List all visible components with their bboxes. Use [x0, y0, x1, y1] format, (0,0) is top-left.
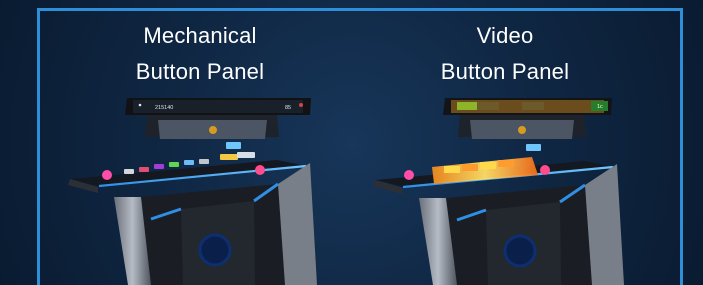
pink-button-icon [404, 170, 414, 180]
right-side-panel [278, 163, 317, 285]
video-panel-label: Video Button Panel [405, 0, 605, 90]
video-tile-2 [462, 164, 478, 171]
mechanical-cabinet-image: 215140 85 [55, 95, 355, 285]
video-cabinet-image: 1c [362, 95, 662, 285]
top-display-box-2 [477, 102, 499, 110]
promo-stage: Mechanical Button Panel Video Button Pan… [0, 0, 703, 285]
mechanical-label-line-1: Mechanical [143, 23, 257, 48]
blue-button-1 [184, 160, 194, 165]
speaker-icon [503, 234, 537, 268]
video-tile-3 [480, 162, 496, 169]
video-tile-4 [498, 160, 514, 167]
status-light-icon [138, 103, 142, 107]
grey-button-3 [237, 152, 255, 158]
logo-icon [209, 126, 217, 134]
logo-icon [518, 126, 526, 134]
blue-square-button [226, 142, 241, 149]
display-readout-1: 1c [597, 104, 603, 110]
mechanical-label-line-2: Button Panel [135, 59, 265, 84]
display-readout-1: 215140 [155, 105, 173, 111]
red-spin-button-icon [540, 165, 550, 175]
right-side-panel [585, 164, 624, 285]
mechanical-panel-label: Mechanical Button Panel [100, 0, 300, 90]
speaker-icon [198, 233, 232, 267]
display-readout-2: 85 [285, 105, 291, 111]
video-tile-1 [444, 166, 460, 173]
video-label-line-1: Video [476, 23, 534, 48]
green-button-1 [169, 162, 179, 167]
mechanical-cabinet-svg: 215140 85 [68, 98, 317, 285]
red-button-1 [139, 167, 149, 172]
status-button-icon [299, 103, 303, 107]
yellow-button-1 [220, 154, 238, 160]
red-spin-button-icon [255, 165, 265, 175]
blue-square-button [526, 144, 541, 151]
pink-button-icon [102, 170, 112, 180]
top-display-left-box [457, 102, 477, 110]
purple-button-1 [154, 164, 164, 169]
video-label-line-2: Button Panel [440, 59, 570, 84]
top-display-box-3 [522, 102, 544, 110]
video-cabinet-svg: 1c [373, 98, 624, 285]
grey-button-1 [124, 169, 134, 174]
grey-button-2 [199, 159, 209, 164]
